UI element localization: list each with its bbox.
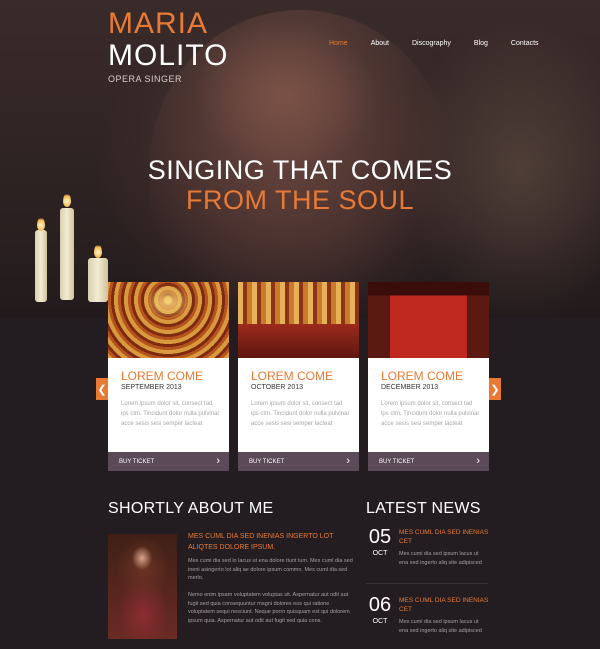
- event-card: LOREM COME DECEMBER 2013 Lorem ipsum dol…: [368, 282, 489, 471]
- card-text: Lorem ipsum dolor sit, consect tad ips c…: [251, 401, 350, 427]
- card-text: Lorem ipsum dolor sit, consect tad ips c…: [121, 401, 220, 427]
- news-text: Mes cumi dia sed ipsum lacus ut ena sed …: [399, 551, 482, 566]
- news-text: Mes cumi dia sed ipsum lacus ut ena sed …: [399, 619, 482, 634]
- chevron-right-icon: ❯: [490, 383, 500, 396]
- candle: [88, 258, 108, 302]
- about-section-title: SHORTLY ABOUT ME: [108, 500, 274, 517]
- about-photo: [108, 534, 177, 639]
- logo-last-name: MOLITO: [108, 39, 229, 72]
- chevron-right-icon: ›: [476, 455, 480, 467]
- news-day: 06: [368, 594, 392, 616]
- about-heading: MES CUML DIA SED INENIAS INGERTO LOT ALI…: [188, 533, 334, 551]
- chevron-right-icon: ›: [216, 455, 220, 467]
- chevron-right-icon: ›: [346, 455, 350, 467]
- news-section-title: LATEST NEWS: [366, 500, 481, 517]
- buy-ticket-button[interactable]: BUY TICKET ›: [368, 452, 489, 471]
- nav-home[interactable]: Home: [329, 40, 348, 47]
- candle: [35, 230, 47, 302]
- news-day: 05: [368, 526, 392, 548]
- nav-blog[interactable]: Blog: [474, 40, 488, 47]
- divider: [366, 583, 488, 584]
- logo-first-name: MARIA: [108, 7, 209, 40]
- about-paragraph: Mes cumi dia sed in lacus ut ena dolore …: [188, 558, 353, 581]
- slider-next-button[interactable]: ❯: [489, 378, 501, 400]
- button-label: BUY TICKET: [379, 458, 415, 465]
- nav-contacts[interactable]: Contacts: [511, 40, 539, 47]
- event-card: LOREM COME SEPTEMBER 2013 Lorem ipsum do…: [108, 282, 229, 471]
- candle: [60, 208, 74, 300]
- card-date: DECEMBER 2013: [381, 384, 439, 391]
- card-title: LOREM COME: [381, 369, 464, 383]
- opera-house-image: [108, 282, 229, 358]
- news-item[interactable]: 06 OCT MES CUML DIA SED INENIAS CET Mes …: [366, 595, 488, 645]
- hero-tagline: SINGING THAT COMES FROM THE SOUL: [0, 155, 600, 215]
- card-title: LOREM COME: [121, 369, 204, 383]
- tagline-line2: FROM THE SOUL: [185, 185, 415, 215]
- card-title: LOREM COME: [251, 369, 334, 383]
- logo-subtitle: OPERA SINGER: [108, 74, 183, 84]
- opera-house-image: [238, 282, 359, 358]
- main-nav: Home About Discography Blog Contacts: [300, 40, 600, 47]
- slider-prev-button[interactable]: ❮: [96, 378, 108, 400]
- opera-house-image: [368, 282, 489, 358]
- card-text: Lorem ipsum dolor sit, consect tad ips c…: [381, 401, 480, 427]
- buy-ticket-button[interactable]: BUY TICKET ›: [108, 452, 229, 471]
- news-month: OCT: [372, 618, 388, 625]
- card-date: OCTOBER 2013: [251, 384, 304, 391]
- nav-discography[interactable]: Discography: [412, 40, 451, 47]
- nav-about[interactable]: About: [371, 40, 389, 47]
- card-date: SEPTEMBER 2013: [121, 384, 182, 391]
- event-card: LOREM COME OCTOBER 2013 Lorem ipsum dolo…: [238, 282, 359, 471]
- about-paragraph: Nemo enim ipsam voluptatem voluptas sit.…: [188, 592, 350, 624]
- news-title[interactable]: MES CUML DIA SED INENIAS CET: [399, 528, 489, 546]
- buy-ticket-button[interactable]: BUY TICKET ›: [238, 452, 359, 471]
- news-title[interactable]: MES CUML DIA SED INENIAS CET: [399, 596, 489, 614]
- button-label: BUY TICKET: [119, 458, 155, 465]
- candle-flame: [94, 244, 102, 258]
- tagline-line1: SINGING THAT COMES: [147, 155, 453, 185]
- news-item[interactable]: 05 OCT MES CUML DIA SED INENIAS CET Mes …: [366, 527, 488, 577]
- site-logo[interactable]: MARIA MOLITO OPERA SINGER: [108, 7, 229, 85]
- button-label: BUY TICKET: [249, 458, 285, 465]
- news-month: OCT: [372, 550, 388, 557]
- chevron-left-icon: ❮: [97, 383, 107, 396]
- candle-flame: [37, 217, 45, 231]
